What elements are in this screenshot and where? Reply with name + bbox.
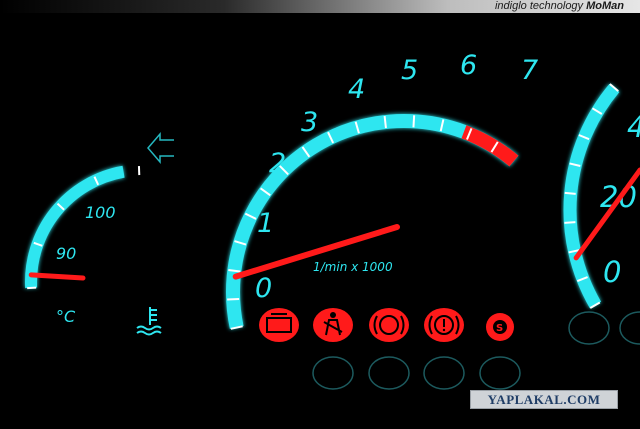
- esp-warning-icon: S: [486, 313, 514, 341]
- temp-label-90: 90: [56, 244, 76, 263]
- instrument-cluster: indiglo technology MoMan 0 1 2 3 4 5 6 7: [0, 0, 640, 429]
- tachometer-gauge: 0 1 2 3 4 5 6 7: [226, 50, 538, 330]
- speedo-label-0: 0: [603, 255, 621, 289]
- brake-warning-icon: [424, 308, 464, 342]
- abs-warning-icon: [369, 308, 409, 342]
- rpm-unit-label: 1/min x 1000: [313, 260, 393, 274]
- seatbelt-warning-icon: [313, 308, 353, 342]
- turn-left-icon: [147, 131, 174, 165]
- speedometer-tick: [564, 221, 576, 224]
- temperature-gauge: 90 100 °C: [25, 131, 174, 336]
- tachometer-tick: [383, 115, 387, 129]
- temp-label-100: 100: [85, 203, 116, 222]
- warning-lights: S: [259, 308, 640, 390]
- svg-text:S: S: [496, 323, 503, 334]
- temperature-band: [25, 165, 125, 289]
- tacho-label-4: 4: [348, 74, 365, 105]
- temperature-needle: [28, 272, 86, 281]
- tacho-label-6: 6: [460, 50, 477, 81]
- watermark: YAPLAKAL.COM: [470, 390, 618, 409]
- unlit-lamps: [312, 311, 640, 390]
- tacho-label-7: 7: [521, 55, 538, 86]
- tachometer-tick: [227, 297, 240, 301]
- tacho-label-2: 2: [269, 148, 286, 179]
- tachometer-redline: [461, 125, 519, 167]
- coolant-temperature-icon: [136, 307, 162, 336]
- tacho-label-5: 5: [401, 55, 418, 86]
- engine-warning-icon: [259, 308, 299, 342]
- speedometer-tick: [564, 191, 576, 195]
- tachometer-tick: [412, 115, 416, 128]
- temp-unit: °C: [56, 307, 76, 326]
- tacho-label-0: 0: [255, 273, 272, 304]
- gauges-svg: 0 1 2 3 4 5 6 7 90 100 °C 0 S: [25, 50, 640, 390]
- tacho-label-3: 3: [301, 107, 318, 138]
- speedometer-gauge: 0 20 4: [563, 83, 640, 309]
- speedo-label-4: 4: [627, 110, 640, 144]
- tacho-label-1: 1: [257, 208, 274, 239]
